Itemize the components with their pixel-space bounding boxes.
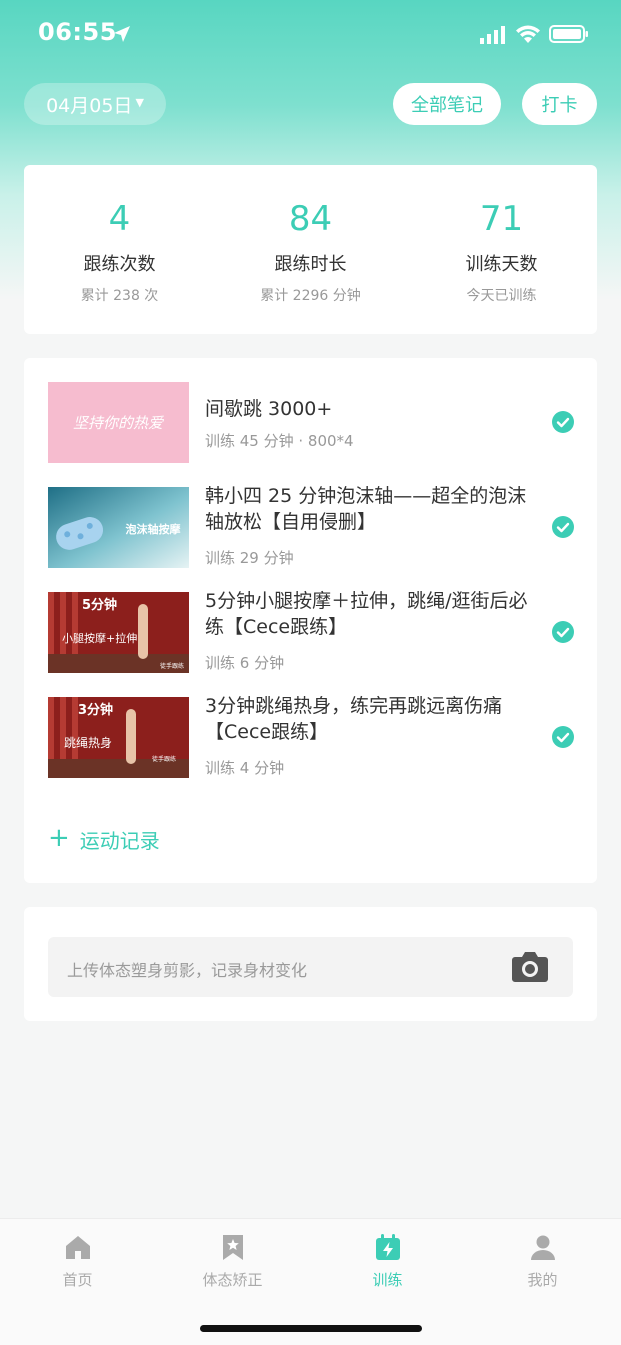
stat-duration: 84 跟练时长 累计 2296 分钟 — [215, 165, 406, 305]
tab-home[interactable]: 首页 — [0, 1233, 155, 1290]
workout-row[interactable]: 泡沫轴按摩 韩小四 25 分钟泡沫轴——超全的泡沫轴放松【自用侵删】 训练 29… — [48, 485, 578, 569]
stat-label: 跟练次数 — [83, 254, 156, 275]
stat-label: 训练天数 — [465, 254, 538, 275]
workout-thumbnail: 坚持你的热爱 — [48, 382, 189, 463]
completed-check-icon — [552, 726, 574, 748]
status-time: 06:55 — [38, 18, 117, 46]
workout-meta: 训练 4 分钟 — [205, 759, 285, 777]
body-photo-upload-card: 上传体态塑身剪影，记录身材变化 — [24, 907, 597, 1021]
tab-label: 训练 — [372, 1271, 403, 1289]
home-icon — [65, 1236, 90, 1259]
workout-row[interactable]: 坚持你的热爱 间歇跳 3000+ 训练 45 分钟 · 800*4 — [48, 382, 578, 464]
workout-meta: 训练 45 分钟 · 800*4 — [205, 432, 354, 450]
tab-label: 首页 — [62, 1271, 93, 1289]
stat-sub: 累计 238 次 — [80, 288, 159, 304]
cellular-signal-icon — [480, 26, 505, 44]
upload-photo-field[interactable]: 上传体态塑身剪影，记录身材变化 — [48, 937, 573, 997]
workout-row[interactable]: 5分钟 小腿按摩+拉伸 徒手跟练 5分钟小腿按摩＋拉伸，跳绳/逛街后必练【Cec… — [48, 590, 578, 674]
checkin-button[interactable]: 打卡 — [522, 83, 597, 125]
stat-value: 4 — [108, 199, 131, 239]
svg-text:坚持你的热爱: 坚持你的热爱 — [73, 414, 165, 432]
location-arrow-icon — [114, 26, 130, 42]
date-selector[interactable]: 04月05日 ▼ — [24, 83, 166, 125]
completed-check-icon — [552, 621, 574, 643]
plus-icon: + — [48, 823, 70, 853]
caret-down-icon: ▼ — [135, 95, 144, 109]
upload-placeholder: 上传体态塑身剪影，记录身材变化 — [67, 961, 308, 980]
svg-text:跳绳热身: 跳绳热身 — [64, 735, 112, 750]
bookmark-star-icon — [222, 1235, 243, 1260]
thumbnail-image: 泡沫轴按摩 — [48, 487, 189, 568]
workout-meta: 训练 6 分钟 — [205, 654, 285, 672]
stat-sub: 累计 2296 分钟 — [260, 288, 361, 304]
status-bar: 06:55 — [0, 0, 621, 70]
date-label: 04月05日 — [46, 94, 133, 117]
svg-text:徒手跟练: 徒手跟练 — [152, 755, 176, 763]
svg-text:小腿按摩+拉伸: 小腿按摩+拉伸 — [62, 631, 137, 645]
workout-thumbnail: 5分钟 小腿按摩+拉伸 徒手跟练 — [48, 592, 189, 673]
all-notes-button[interactable]: 全部笔记 — [393, 83, 501, 125]
stat-value: 84 — [288, 199, 333, 239]
svg-text:徒手跟练: 徒手跟练 — [160, 662, 184, 670]
stat-label: 跟练时长 — [274, 254, 347, 275]
camera-icon[interactable] — [511, 949, 549, 983]
tab-label: 我的 — [527, 1271, 558, 1289]
stat-value: 71 — [479, 199, 524, 239]
tab-mine[interactable]: 我的 — [465, 1233, 620, 1290]
workout-meta: 训练 29 分钟 — [205, 549, 294, 567]
workout-title: 韩小四 25 分钟泡沫轴——超全的泡沫轴放松【自用侵删】 — [205, 485, 527, 533]
workout-title: 间歇跳 3000+ — [205, 398, 333, 420]
stat-days: 71 训练天数 今天已训练 — [406, 165, 597, 305]
workout-title: 3分钟跳绳热身，练完再跳远离伤痛 【Cece跟练】 — [205, 695, 503, 743]
battery-icon — [549, 25, 588, 43]
add-record-label: 运动记录 — [79, 829, 160, 853]
completed-check-icon — [552, 516, 574, 538]
svg-text:3分钟: 3分钟 — [78, 702, 113, 718]
add-exercise-record-button[interactable]: + 运动记录 — [48, 823, 160, 854]
stat-sub: 今天已训练 — [466, 288, 537, 304]
thumbnail-image: 3分钟 跳绳热身 徒手跟练 — [48, 697, 189, 778]
workout-title: 5分钟小腿按摩＋拉伸，跳绳/逛街后必练【Cece跟练】 — [205, 590, 528, 638]
thumbnail-image: 坚持你的热爱 — [48, 382, 189, 463]
tab-training[interactable]: 训练 — [310, 1233, 465, 1290]
tab-label: 体态矫正 — [202, 1271, 263, 1289]
workout-thumbnail: 3分钟 跳绳热身 徒手跟练 — [48, 697, 189, 778]
stats-card: 4 跟练次数 累计 238 次 84 跟练时长 累计 2296 分钟 71 训练… — [24, 165, 597, 334]
thumbnail-image: 5分钟 小腿按摩+拉伸 徒手跟练 — [48, 592, 189, 673]
calendar-bolt-icon — [375, 1234, 400, 1260]
svg-text:5分钟: 5分钟 — [82, 597, 117, 613]
completed-check-icon — [552, 411, 574, 433]
stat-sessions: 4 跟练次数 累计 238 次 — [24, 165, 215, 305]
workout-thumbnail: 泡沫轴按摩 — [48, 487, 189, 568]
svg-text:泡沫轴按摩: 泡沫轴按摩 — [126, 522, 182, 536]
wifi-icon — [516, 25, 540, 43]
workout-row[interactable]: 3分钟 跳绳热身 徒手跟练 3分钟跳绳热身，练完再跳远离伤痛 【Cece跟练】 … — [48, 695, 578, 779]
tab-posture-correction[interactable]: 体态矫正 — [155, 1233, 310, 1290]
workout-list-card: 坚持你的热爱 间歇跳 3000+ 训练 45 分钟 · 800*4 泡沫轴按摩 … — [24, 358, 597, 883]
person-icon — [530, 1235, 555, 1260]
home-indicator — [200, 1325, 422, 1332]
